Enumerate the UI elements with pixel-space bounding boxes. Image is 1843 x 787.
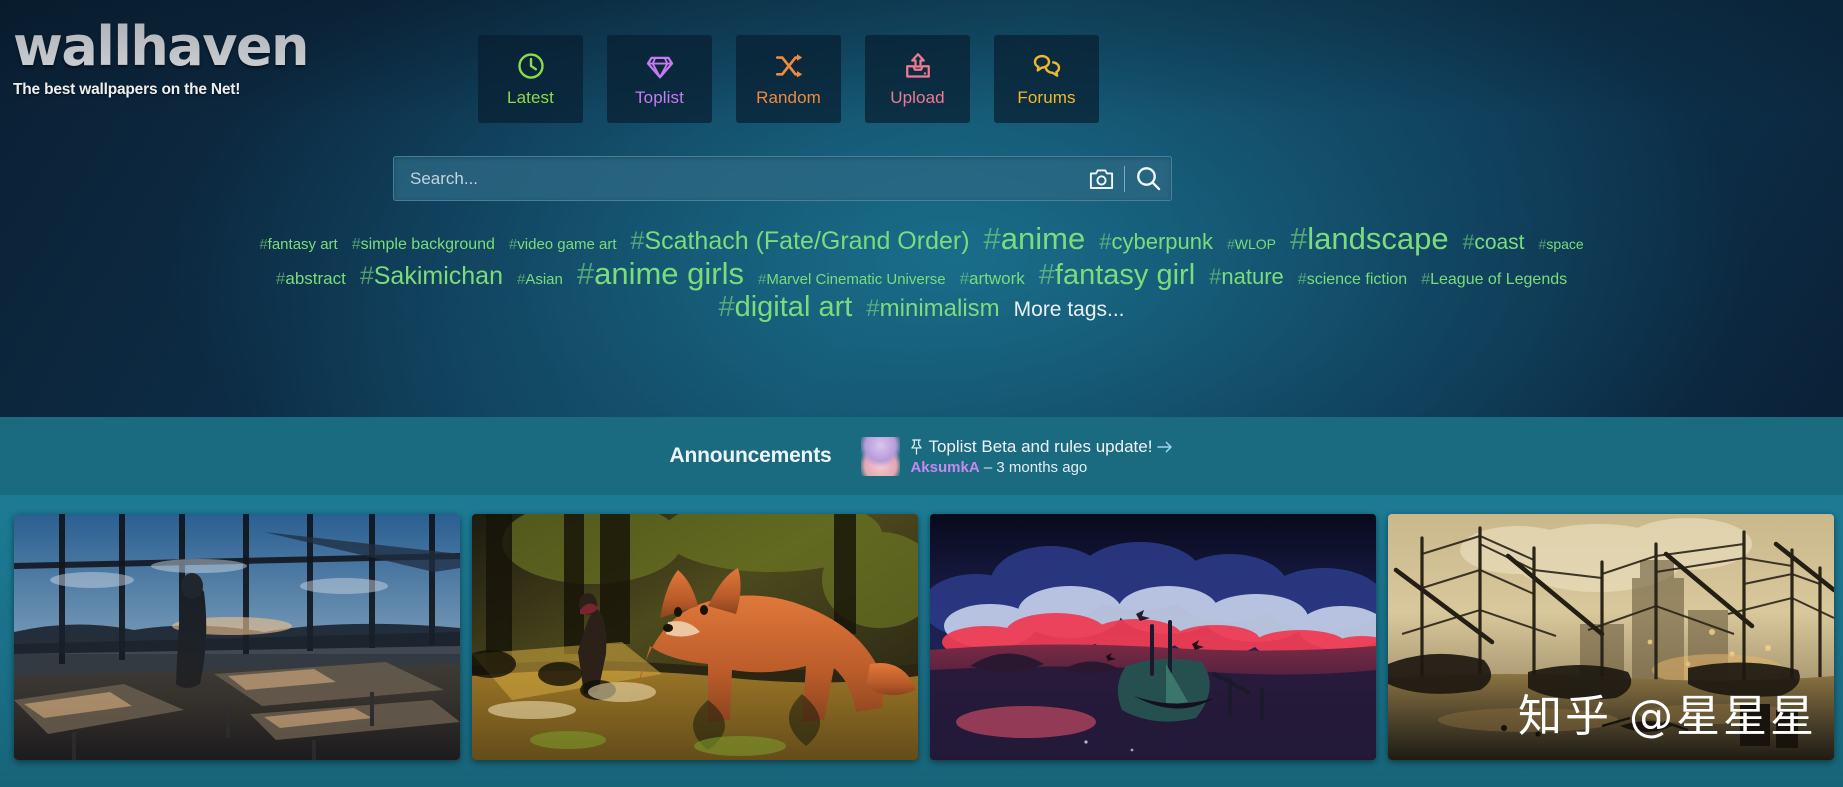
announcement-author[interactable]: AksumkA bbox=[910, 459, 979, 476]
tag-item[interactable]: #Scathach (Fate/Grand Order) bbox=[631, 227, 970, 255]
search-bar[interactable] bbox=[393, 156, 1172, 201]
tag-item[interactable]: #coast bbox=[1463, 231, 1525, 255]
logo-tagline: The best wallpapers on the Net! bbox=[13, 81, 241, 98]
nav-button-latest[interactable]: Latest bbox=[478, 35, 583, 123]
tag-item[interactable]: #Asian bbox=[517, 271, 563, 289]
wallpaper-thumbnail[interactable] bbox=[472, 514, 918, 760]
announcement-entry: Toplist Beta and rules update! AksumkA –… bbox=[861, 436, 1173, 476]
tag-item[interactable]: #anime bbox=[984, 221, 1086, 257]
nav-label-upload: Upload bbox=[890, 87, 945, 107]
announcement-timestamp: 3 months ago bbox=[996, 458, 1088, 476]
comments-icon bbox=[1033, 54, 1060, 77]
reverse-image-search-button[interactable] bbox=[1078, 157, 1124, 200]
announcement-link[interactable]: Toplist Beta and rules update! bbox=[910, 437, 1173, 457]
nav-label-toplist: Toplist bbox=[635, 87, 684, 107]
tag-item[interactable]: #minimalism bbox=[866, 295, 999, 323]
announcements-bar: Announcements Toplist Beta and rules upd… bbox=[0, 417, 1843, 495]
upload-icon bbox=[905, 52, 930, 78]
nav-button-random[interactable]: Random bbox=[736, 35, 841, 123]
thumbnail-image-fox bbox=[472, 514, 918, 760]
tag-row-1: #fantasy art #simple background #video g… bbox=[150, 221, 1693, 257]
thumbnail-image-classroom bbox=[14, 514, 460, 760]
tag-cloud: #fantasy art #simple background #video g… bbox=[0, 221, 1843, 324]
tag-item[interactable]: #landscape bbox=[1290, 221, 1449, 257]
site-header: wallhaven The best wallpapers on the Net… bbox=[0, 0, 1843, 417]
wallpaper-thumbnail[interactable] bbox=[930, 514, 1376, 760]
tag-item[interactable]: #video game art bbox=[509, 236, 617, 254]
nav-button-upload[interactable]: Upload bbox=[865, 35, 970, 123]
nav-button-forums[interactable]: Forums bbox=[994, 35, 1099, 123]
tag-item[interactable]: #WLOP bbox=[1227, 236, 1276, 253]
tag-item[interactable]: #nature bbox=[1209, 264, 1284, 290]
avatar bbox=[861, 436, 901, 476]
tag-row-2: #abstract #Sakimichan #Asian #anime girl… bbox=[150, 256, 1693, 292]
search-input[interactable] bbox=[394, 157, 1078, 200]
announcement-separator: – bbox=[979, 458, 997, 476]
announcement-text-block: Toplist Beta and rules update! AksumkA –… bbox=[910, 437, 1173, 476]
nav-label-forums: Forums bbox=[1017, 87, 1076, 107]
wallpaper-thumbnail[interactable] bbox=[14, 514, 460, 760]
site-logo[interactable]: wallhaven The best wallpapers on the Net… bbox=[13, 15, 310, 99]
shuffle-icon bbox=[775, 53, 802, 77]
pin-icon bbox=[911, 438, 923, 455]
tag-item[interactable]: #science fiction bbox=[1298, 271, 1407, 289]
tag-item[interactable]: #Marvel Cinematic Universe bbox=[758, 271, 946, 289]
tag-item[interactable]: #space bbox=[1539, 236, 1584, 253]
tag-item[interactable]: #League of Legends bbox=[1421, 271, 1567, 289]
announcement-headline-text: Toplist Beta and rules update! bbox=[928, 436, 1153, 456]
logo-wordmark: wallhaven bbox=[13, 15, 310, 78]
tag-item[interactable]: #digital art bbox=[718, 291, 852, 323]
gem-icon bbox=[646, 56, 673, 78]
tag-item[interactable]: #abstract bbox=[276, 269, 346, 288]
clock-icon bbox=[517, 52, 544, 79]
camera-icon bbox=[1089, 168, 1113, 189]
search-submit-button[interactable] bbox=[1125, 157, 1171, 200]
tag-item[interactable]: #cyberpunk bbox=[1099, 229, 1213, 255]
more-tags-link[interactable]: More tags... bbox=[1014, 298, 1125, 322]
wallpaper-thumbnail-strip: 知乎 @星星星 bbox=[0, 495, 1843, 787]
nav-label-random: Random bbox=[756, 87, 821, 107]
announcements-label: Announcements bbox=[669, 444, 832, 467]
tag-item[interactable]: #simple background bbox=[352, 236, 495, 254]
tag-item[interactable]: #anime girls bbox=[577, 256, 744, 292]
arrow-right-icon bbox=[1157, 441, 1173, 452]
tag-item[interactable]: #artwork bbox=[960, 269, 1025, 288]
tag-item[interactable]: #Sakimichan bbox=[360, 262, 503, 290]
nav-button-toplist[interactable]: Toplist bbox=[607, 35, 712, 123]
nav-label-latest: Latest bbox=[507, 87, 554, 107]
tag-item[interactable]: #fantasy girl bbox=[1039, 259, 1195, 291]
tag-item[interactable]: #fantasy art bbox=[259, 236, 337, 254]
thumbnail-image-shipwreck bbox=[930, 514, 1376, 760]
announcement-meta: AksumkA – 3 months ago bbox=[910, 459, 1173, 476]
search-icon bbox=[1136, 167, 1160, 191]
thumbnail-image-harbor bbox=[1388, 514, 1834, 760]
wallpaper-thumbnail[interactable] bbox=[1388, 514, 1834, 760]
tag-row-3: #digital art #minimalism More tags... bbox=[150, 291, 1693, 323]
main-navigation: Latest Toplist Random Upload Forums bbox=[478, 35, 1099, 123]
